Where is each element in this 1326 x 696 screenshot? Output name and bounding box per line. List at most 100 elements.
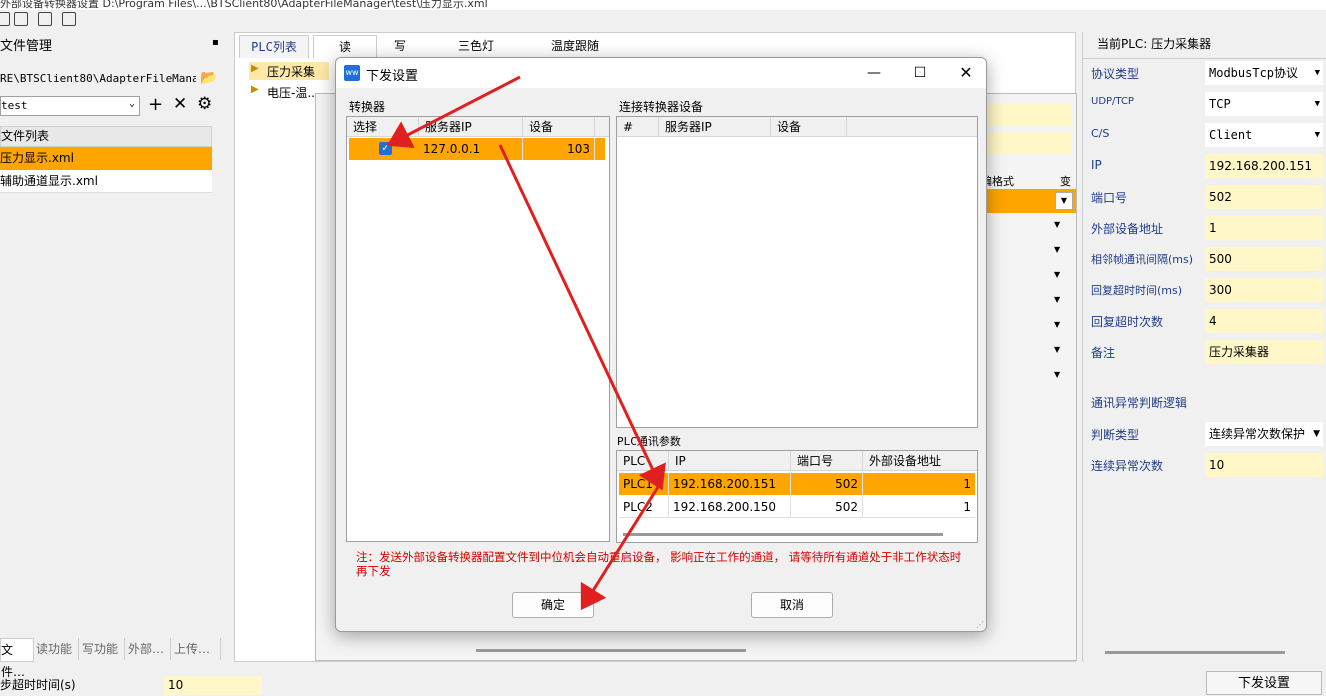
- dropdown-arrow-icon[interactable]: ▼: [1055, 192, 1073, 210]
- horizontal-scrollbar[interactable]: [1105, 651, 1285, 654]
- cancel-button[interactable]: 取消: [751, 592, 833, 618]
- tab-external[interactable]: 外部…: [128, 638, 171, 660]
- judge-type-select[interactable]: 连续异常次数保护 ▼: [1205, 422, 1323, 446]
- delete-icon[interactable]: ✕: [173, 94, 187, 114]
- reply-timeout-field[interactable]: 300: [1205, 278, 1323, 302]
- tab-upload[interactable]: 上传…: [174, 638, 221, 660]
- plc-address-cell: 1: [963, 500, 971, 514]
- table-row[interactable]: ✓ 127.0.0.1 103: [349, 138, 605, 160]
- expand-arrow-icon: ▶: [251, 63, 259, 74]
- timeout-label: 步超时时间(s): [0, 678, 76, 692]
- prop-label: 协议类型: [1091, 67, 1140, 81]
- send-settings-button[interactable]: 下发设置: [1206, 671, 1322, 695]
- dropdown-arrow-icon[interactable]: ▼: [1054, 245, 1060, 254]
- highlight-cell: [986, 104, 1072, 126]
- table-row[interactable]: PLC1 192.168.200.151 502 1: [619, 473, 975, 495]
- tab-file[interactable]: 文件…: [0, 638, 34, 679]
- plc-ip-cell: 192.168.200.151: [669, 473, 791, 495]
- section-title: 通讯异常判断逻辑: [1091, 396, 1188, 410]
- chevron-down-icon: ⌄: [128, 98, 135, 109]
- tree-item-selected[interactable]: ▶ 压力采集: [249, 62, 329, 80]
- add-icon[interactable]: +: [148, 94, 163, 115]
- timeout-field[interactable]: 10: [164, 676, 262, 695]
- converter-grid: 选择 服务器IP 设备 ✓ 127.0.0.1 103: [346, 116, 610, 542]
- folder-select[interactable]: test ⌄: [0, 96, 140, 116]
- window-title-bar: 外部设备转换器设置 D:\Program Files\...\BTSClient…: [0, 0, 1326, 10]
- tab-read-func[interactable]: 读功能: [36, 638, 79, 660]
- minimize-icon[interactable]: —: [854, 62, 894, 84]
- dropdown-arrow-icon[interactable]: ▼: [1054, 270, 1060, 279]
- tab-write-func[interactable]: 写功能: [82, 638, 125, 660]
- column-header-partial: 变: [1060, 175, 1071, 188]
- save-icon[interactable]: [38, 12, 52, 26]
- warning-text: 注：发送外部设备转换器配置文件到中位机会自动重启设备， 影响正在工作的通道， 请…: [356, 550, 962, 578]
- plc-params-label: PLC通讯参数: [617, 435, 681, 448]
- plc-name-cell: PLC2: [619, 496, 669, 518]
- tab-plc-list[interactable]: PLC列表: [239, 35, 309, 58]
- server-ip-cell: 127.0.0.1: [419, 138, 523, 160]
- prop-label: 备注: [1091, 346, 1116, 360]
- gear-icon[interactable]: ⚙: [197, 94, 212, 114]
- close-icon[interactable]: ✕: [946, 62, 986, 84]
- protocol-type-select[interactable]: ModbusTcp协议 ▼: [1205, 61, 1323, 85]
- maximize-icon[interactable]: ☐: [900, 62, 940, 84]
- ip-field[interactable]: 192.168.200.151: [1205, 154, 1323, 178]
- window-title: 外部设备转换器设置 D:\Program Files\...\BTSClient…: [0, 0, 488, 10]
- main-toolbar: [0, 10, 230, 32]
- column-header: #: [617, 117, 659, 137]
- dropdown-arrow-icon[interactable]: ▼: [1054, 220, 1060, 229]
- remark-field[interactable]: 压力采集器: [1205, 340, 1323, 364]
- highlight-cell: [986, 132, 1072, 154]
- panel-title: 文件管理: [0, 39, 53, 54]
- timeout-count-field[interactable]: 4: [1205, 309, 1323, 333]
- file-management-panel: 文件管理 ▪ RE\BTSClient80\AdapterFileManager…: [0, 32, 228, 662]
- udp-tcp-select[interactable]: TCP ▼: [1205, 92, 1323, 116]
- folder-path: RE\BTSClient80\AdapterFileManager: [0, 72, 196, 85]
- dropdown-arrow-icon[interactable]: ▼: [1054, 370, 1060, 379]
- row-checkbox[interactable]: ✓: [379, 142, 392, 155]
- file-item[interactable]: 辅助通道显示.xml: [0, 170, 212, 193]
- browse-folder-icon[interactable]: 📂: [200, 70, 217, 86]
- device-address-field[interactable]: 1: [1205, 216, 1323, 240]
- frame-interval-field[interactable]: 500: [1205, 247, 1323, 271]
- converter-label: 转换器: [349, 100, 386, 114]
- dropdown-arrow-icon[interactable]: ▼: [1054, 295, 1060, 304]
- tab-read[interactable]: 读: [313, 35, 377, 58]
- abnormal-count-field[interactable]: 10: [1205, 453, 1323, 477]
- plc-ip-cell: 192.168.200.150: [669, 496, 791, 518]
- app-icon: ww: [344, 65, 360, 81]
- ok-button[interactable]: 确定: [512, 592, 594, 618]
- table-row[interactable]: PLC2 192.168.200.150 502 1: [619, 496, 975, 518]
- dropdown-arrow-icon: ▼: [1313, 429, 1320, 439]
- horizontal-scrollbar[interactable]: [623, 533, 943, 536]
- open-folder-icon[interactable]: [14, 12, 28, 26]
- file-list-header: 文件列表: [0, 126, 212, 147]
- column-header: 外部设备地址: [863, 451, 977, 471]
- new-file-icon[interactable]: [0, 12, 10, 26]
- port-field[interactable]: 502: [1205, 185, 1323, 209]
- column-header: 服务器IP: [419, 117, 523, 137]
- device-cell: 103: [523, 138, 595, 160]
- dropdown-arrow-icon: ▼: [1314, 68, 1320, 78]
- prop-label: IP: [1091, 158, 1102, 172]
- connected-devices-label: 连接转换器设备: [619, 100, 704, 114]
- pin-icon[interactable]: ▪: [212, 37, 219, 48]
- tab-tricolor-light[interactable]: 三色灯: [445, 35, 507, 57]
- horizontal-scrollbar[interactable]: [476, 649, 746, 652]
- prop-label: UDP/TCP: [1091, 96, 1134, 107]
- resize-grip-icon[interactable]: ⋰: [976, 620, 984, 629]
- dropdown-arrow-icon[interactable]: ▼: [1054, 320, 1060, 329]
- tab-write[interactable]: 写: [375, 35, 425, 57]
- column-header: 端口号: [791, 451, 863, 471]
- prop-label: 回复超时次数: [1091, 315, 1164, 329]
- file-item-selected[interactable]: 压力显示.xml: [0, 147, 212, 170]
- tab-temp-follow[interactable]: 温度跟随: [535, 35, 615, 57]
- plc-name-cell: PLC1: [619, 473, 669, 495]
- column-header-filler: [847, 117, 977, 137]
- save-as-icon[interactable]: [62, 12, 76, 26]
- prop-label: 判断类型: [1091, 428, 1140, 442]
- current-plc-title: 当前PLC: 压力采集器: [1097, 37, 1212, 51]
- dropdown-arrow-icon[interactable]: ▼: [1054, 345, 1060, 354]
- cs-select[interactable]: Client ▼: [1205, 123, 1323, 147]
- plc-params-grid: PLC IP 端口号 外部设备地址 PLC1 192.168.200.151 5…: [616, 450, 978, 543]
